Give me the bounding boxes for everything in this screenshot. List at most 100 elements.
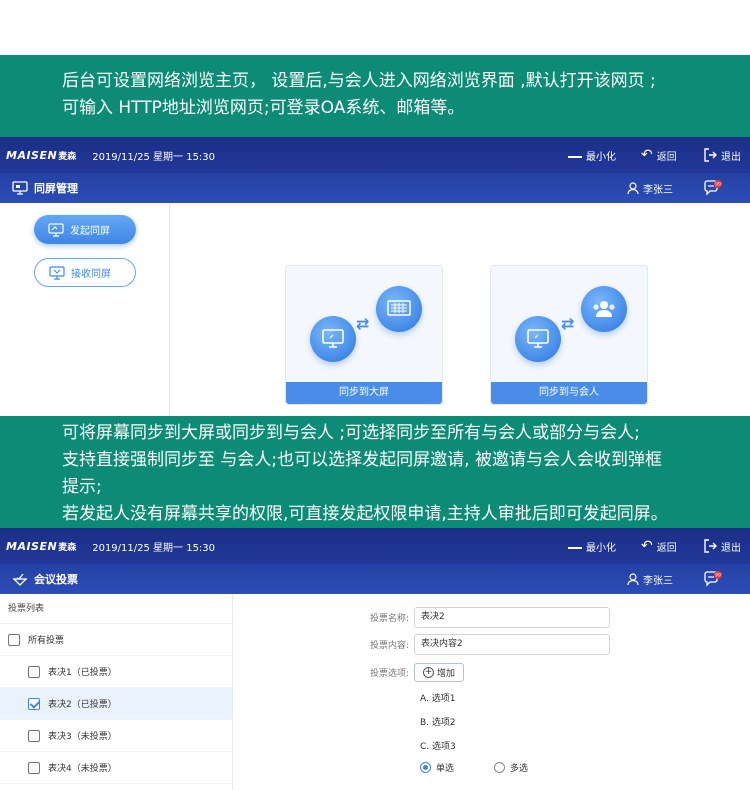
checkbox[interactable] bbox=[28, 761, 40, 774]
user-menu[interactable]: 李张三 bbox=[627, 181, 673, 196]
vote-name-row: 投票名称: 表决2 bbox=[370, 607, 611, 628]
vote-name-field[interactable]: 表决2 bbox=[414, 607, 611, 628]
card-label: 同步到与会人 bbox=[491, 382, 647, 404]
module-title: 同屏管理 bbox=[34, 182, 78, 195]
vote-content-field[interactable]: 表决内容2 bbox=[414, 634, 611, 655]
back-button[interactable]: ↶ 返回 bbox=[641, 148, 677, 163]
back-button[interactable]: ↶ 返回 bbox=[641, 539, 677, 554]
chat-icon[interactable]: 99 bbox=[703, 180, 723, 196]
voting-window: MAISEN 麦森 2019/11/25 星期一 15:30 最小化 ↶ 返回 … bbox=[0, 528, 750, 790]
plus-icon: + bbox=[423, 667, 435, 678]
vote-row[interactable]: 表决4（未投票） bbox=[0, 752, 232, 784]
checkbox[interactable] bbox=[8, 633, 20, 646]
participants-icon bbox=[581, 286, 627, 332]
caption-banner-1: 后台可设置网络浏览主页， 设置后,与会人进入网络浏览界面 ,默认打开该网页 ; … bbox=[0, 55, 750, 137]
single-choice-radio[interactable] bbox=[420, 762, 431, 773]
monitor-icon bbox=[310, 316, 356, 362]
receive-sync-button[interactable]: 接收同屏 bbox=[34, 258, 136, 287]
vote-label: 表决1（已投票） bbox=[48, 668, 117, 678]
caption-line: 支持直接强制同步至 与会人;也可以选择发起同屏邀请, 被邀请与会人会收到弹框 bbox=[62, 450, 662, 470]
vote-label: 表决2（已投票） bbox=[48, 700, 117, 710]
sync-arrows-icon: ⇄ bbox=[561, 314, 575, 333]
exit-button[interactable]: 退出 bbox=[703, 148, 741, 163]
checkbox[interactable] bbox=[28, 665, 40, 678]
minimize-button[interactable]: 最小化 bbox=[568, 148, 616, 163]
all-votes-label: 所有投票 bbox=[28, 636, 65, 646]
back-icon: ↶ bbox=[641, 538, 653, 554]
vote-icon bbox=[13, 573, 27, 586]
back-label: 返回 bbox=[656, 542, 677, 554]
add-option-button[interactable]: + 增加 bbox=[414, 663, 465, 682]
chat-badge: 99 bbox=[715, 182, 721, 188]
sync-to-participants-card[interactable]: ⇄ 同步到与会人 bbox=[490, 265, 648, 405]
title-bar: MAISEN 麦森 2019/11/25 星期一 15:30 最小化 ↶ 返回 … bbox=[0, 528, 750, 564]
chat-icon[interactable]: 99 bbox=[703, 571, 723, 587]
minimize-label: 最小化 bbox=[586, 151, 616, 163]
datetime: 2019/11/25 星期一 15:30 bbox=[92, 151, 216, 163]
multi-choice-radio[interactable] bbox=[494, 762, 506, 773]
user-name: 李张三 bbox=[643, 575, 673, 587]
caption-line: 可输入 HTTP地址浏览网页;可登录OA系统、邮箱等。 bbox=[62, 98, 465, 118]
back-label: 返回 bbox=[656, 151, 677, 163]
vote-options-row: 投票选项: + 增加 bbox=[370, 663, 465, 682]
exit-icon bbox=[704, 539, 717, 553]
module-header: 同屏管理 李张三 99 bbox=[0, 173, 750, 203]
brand-logo: MAISEN bbox=[6, 148, 58, 162]
minimize-icon bbox=[568, 546, 582, 549]
brand-logo: MAISEN bbox=[6, 539, 58, 553]
user-icon bbox=[627, 181, 639, 194]
vote-row[interactable]: 表决3（未投票） bbox=[0, 720, 232, 752]
caption-banner-2: 可将屏幕同步到大屏或同步到与会人 ;可选择同步至所有与会人或部分与会人; 支持直… bbox=[0, 416, 750, 528]
vote-label: 表决3（未投票） bbox=[48, 732, 117, 742]
screen-sync-window: MAISEN 麦森 2019/11/25 星期一 15:30 最小化 ↶ 返回 … bbox=[0, 137, 750, 416]
all-votes-row[interactable]: 所有投票 bbox=[0, 624, 232, 656]
title-bar: MAISEN 麦森 2019/11/25 星期一 15:30 最小化 ↶ 返回 … bbox=[0, 137, 750, 173]
vote-list-panel: 投票列表 所有投票 表决1（已投票） 表决2（已投票） 表决3（未投票） 表决4… bbox=[0, 594, 233, 790]
minimize-icon bbox=[568, 155, 582, 158]
checkbox[interactable] bbox=[28, 697, 40, 710]
receive-sync-label: 接收同屏 bbox=[71, 269, 111, 280]
vote-content-label: 投票内容: bbox=[370, 641, 410, 651]
card-label: 同步到大屏 bbox=[286, 382, 442, 404]
brand-logo-cn: 麦森 bbox=[58, 151, 77, 162]
brand-logo-cn: 麦森 bbox=[58, 542, 77, 553]
option-item: C. 选项3 bbox=[420, 742, 456, 752]
minimize-button[interactable]: 最小化 bbox=[568, 539, 616, 554]
caption-line: 若发起人没有屏幕共享的权限,可直接发起权限申请,主持人审批后即可发起同屏。 bbox=[62, 504, 668, 524]
selection-mode: 单选 多选 bbox=[420, 761, 528, 774]
vote-options-label: 投票选项: bbox=[370, 669, 410, 679]
receive-icon bbox=[49, 265, 65, 280]
single-choice-label: 单选 bbox=[436, 764, 455, 774]
sync-to-big-screen-card[interactable]: ⇄ 同步到大屏 bbox=[285, 265, 443, 405]
vote-content-row: 投票内容: 表决内容2 bbox=[370, 634, 611, 655]
vote-row[interactable]: 表决2（已投票） bbox=[0, 688, 232, 720]
exit-icon bbox=[704, 148, 717, 162]
user-name: 李张三 bbox=[643, 184, 673, 196]
checkbox[interactable] bbox=[28, 729, 40, 742]
vote-list-header: 投票列表 bbox=[0, 594, 232, 624]
monitor-icon bbox=[515, 316, 561, 362]
vote-row[interactable]: 表决1（已投票） bbox=[0, 656, 232, 688]
user-menu[interactable]: 李张三 bbox=[627, 572, 673, 587]
user-icon bbox=[627, 572, 639, 585]
caption-line: 后台可设置网络浏览主页， 设置后,与会人进入网络浏览界面 ,默认打开该网页 ; bbox=[62, 71, 656, 91]
chat-badge: 99 bbox=[715, 573, 721, 579]
module-header: 会议投票 李张三 99 bbox=[0, 564, 750, 594]
multi-choice-label: 多选 bbox=[510, 764, 529, 774]
back-icon: ↶ bbox=[641, 147, 653, 163]
caption-line: 提示; bbox=[62, 477, 102, 497]
vote-label: 表决4（未投票） bbox=[48, 764, 117, 774]
caption-line: 可将屏幕同步到大屏或同步到与会人 ;可选择同步至所有与会人或部分与会人; bbox=[62, 423, 640, 443]
add-option-label: 增加 bbox=[437, 669, 456, 679]
sync-arrows-icon: ⇄ bbox=[356, 314, 370, 333]
cast-icon bbox=[48, 222, 64, 237]
module-title: 会议投票 bbox=[34, 573, 78, 586]
option-item: B. 选项2 bbox=[420, 718, 456, 728]
datetime: 2019/11/25 星期一 15:30 bbox=[92, 542, 216, 554]
start-sync-button[interactable]: 发起同屏 bbox=[34, 215, 136, 244]
exit-label: 退出 bbox=[721, 151, 741, 163]
screen-share-icon bbox=[12, 181, 28, 195]
vote-name-label: 投票名称: bbox=[370, 614, 410, 624]
exit-label: 退出 bbox=[721, 542, 741, 554]
exit-button[interactable]: 退出 bbox=[703, 539, 741, 554]
